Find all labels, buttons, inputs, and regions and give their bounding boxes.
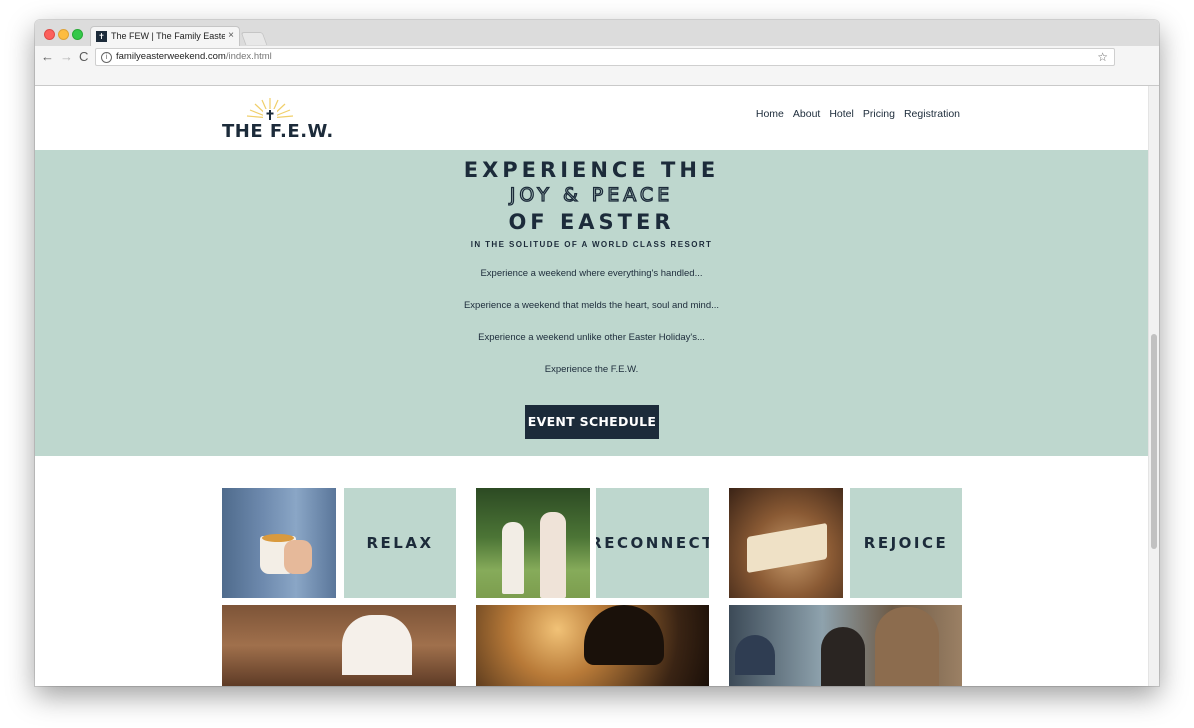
hero-subheading: IN THE SOLITUDE OF A WORLD CLASS RESORT [470, 240, 713, 249]
relax-tile[interactable]: RELAX [344, 488, 456, 598]
tab-strip: ✝ The FEW | The Family Easter W × [35, 20, 1159, 46]
scrollbar-thumb[interactable] [1151, 334, 1157, 549]
hero-paragraph: Experience a weekend that melds the hear… [463, 300, 720, 311]
favicon-icon: ✝ [96, 31, 107, 42]
tab-close-icon[interactable]: × [228, 29, 234, 43]
url-text[interactable]: familyeasterweekend.com/index.html [116, 51, 272, 63]
hero-paragraph: Experience a weekend unlike other Easter… [478, 332, 705, 343]
site-header: THE F.E.W. Home About Hotel Pricing Regi… [35, 86, 1148, 150]
nav-about[interactable]: About [793, 107, 820, 121]
page-scrollbar[interactable] [1148, 86, 1159, 686]
nav-home[interactable]: Home [756, 107, 784, 121]
hero-heading-line3: OF EASTER [508, 210, 675, 234]
massage-photo [222, 605, 456, 686]
hero-paragraph: Experience the F.E.W. [544, 364, 639, 375]
bookmark-star-icon[interactable]: ☆ [1097, 50, 1108, 64]
sunburst-icon [246, 98, 294, 121]
page-viewport: THE F.E.W. Home About Hotel Pricing Regi… [35, 86, 1159, 686]
event-schedule-button[interactable]: EVENT SCHEDULE [525, 405, 659, 439]
nav-pricing[interactable]: Pricing [863, 107, 895, 121]
browser-window: ✝ The FEW | The Family Easter W × ← → C … [35, 20, 1159, 686]
nav-hotel[interactable]: Hotel [829, 107, 854, 121]
reconnect-tile[interactable]: RECONNECT [596, 488, 709, 598]
browser-tab[interactable]: ✝ The FEW | The Family Easter W × [90, 26, 240, 46]
rejoice-tile[interactable]: REJOICE [850, 488, 962, 598]
url-path: /index.html [225, 51, 272, 62]
new-tab-button[interactable] [240, 32, 268, 45]
coffee-mug-photo [222, 488, 336, 598]
main-nav: Home About Hotel Pricing Registration [756, 107, 960, 121]
hero-section: EXPERIENCE THE JOY & PEACE OF EASTER IN … [35, 150, 1148, 456]
praying-men-photo [729, 605, 962, 686]
address-bar[interactable]: i familyeasterweekend.com/index.html ☆ [95, 48, 1115, 66]
silhouette-photo [476, 605, 709, 686]
hero-heading-line2: JOY & PEACE [509, 183, 674, 206]
site-logo[interactable]: THE F.E.W. [222, 96, 333, 148]
hero-paragraph: Experience a weekend where everything's … [480, 268, 703, 279]
minimize-window-button[interactable] [58, 29, 69, 40]
girls-photo [476, 488, 590, 598]
back-icon[interactable]: ← [41, 49, 54, 65]
bible-photo [729, 488, 843, 598]
close-window-button[interactable] [44, 29, 55, 40]
forward-icon[interactable]: → [60, 49, 73, 65]
nav-registration[interactable]: Registration [904, 107, 960, 121]
browser-toolbar: ← → C i familyeasterweekend.com/index.ht… [35, 46, 1159, 86]
reload-icon[interactable]: C [79, 49, 88, 65]
tab-title: The FEW | The Family Easter W [111, 31, 225, 41]
hero-heading-line1: EXPERIENCE THE [463, 158, 720, 182]
logo-text: THE F.E.W. [222, 121, 334, 142]
url-domain: familyeasterweekend.com [116, 51, 226, 62]
maximize-window-button[interactable] [72, 29, 83, 40]
info-icon[interactable]: i [101, 52, 112, 63]
